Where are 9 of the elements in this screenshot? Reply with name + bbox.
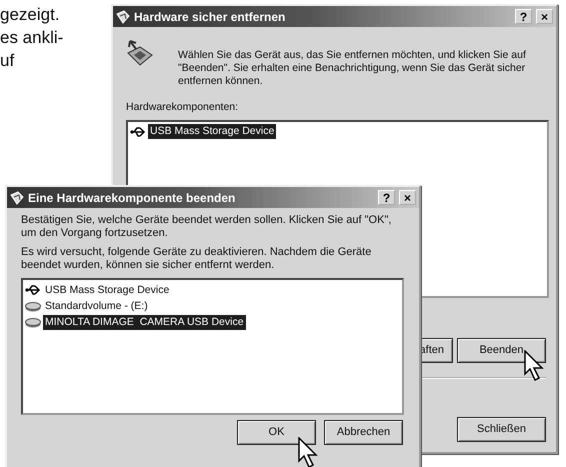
instruction-text: Bestätigen Sie, welche Geräte beendet werden sollen. Klicken Sie auf "OK", um den Vorgang fortzusetzen. — [21, 214, 392, 239]
body-text: es ankli- — [0, 27, 64, 49]
body-text: uf — [0, 50, 14, 72]
body-text: gezeigt. — [0, 4, 60, 26]
instruction-text: Wählen Sie das Gerät aus, das Sie entfernen möchten, und klicken Sie auf "Beenden". Sie erhalten eine Benachrichtigung, wenn Sie das Gerät sicher entfernen können. — [178, 49, 527, 88]
window-title: Eine Hardwarekomponente beenden — [28, 190, 236, 206]
instruction-text: Es wird versucht, folgende Geräte zu deaktivieren. Nachdem die Geräte beendet wurden, können sie sicher entfernt werden. — [21, 246, 372, 271]
list-label: Hardwarekomponenten: — [126, 100, 240, 115]
window-title: Hardware sicher entfernen — [134, 8, 286, 26]
